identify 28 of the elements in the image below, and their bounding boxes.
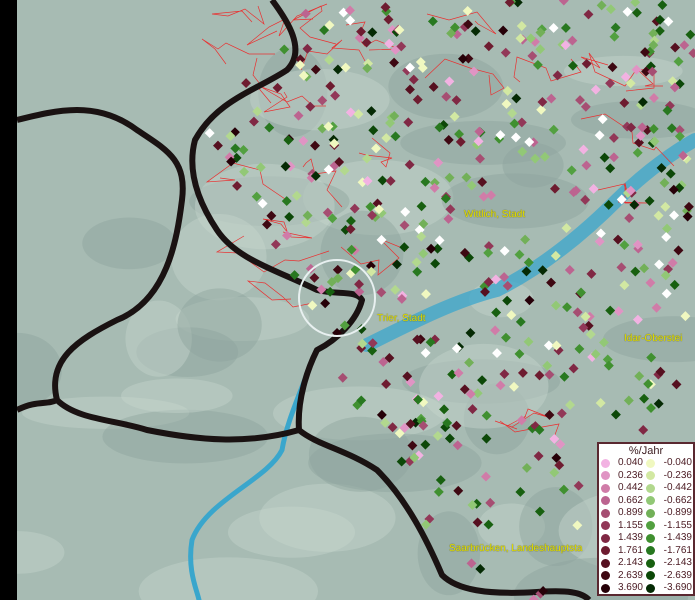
place-label: Trier, Stadt bbox=[377, 313, 426, 324]
legend-title: %/Jahr bbox=[628, 445, 664, 457]
legend-value: -1.761 bbox=[662, 544, 692, 557]
legend-value: 0.442 bbox=[616, 482, 643, 494]
legend-value: 0.899 bbox=[616, 507, 643, 520]
legend-value: 2.639 bbox=[616, 570, 643, 582]
legend-value: -3.690 bbox=[662, 582, 692, 594]
place-label: Idar-Oberstei bbox=[624, 333, 682, 344]
legend-value: -0.236 bbox=[662, 470, 692, 482]
legend-value: -1.439 bbox=[662, 532, 692, 544]
place-label: Wittlich, Stadt bbox=[464, 209, 526, 220]
legend-value: -0.662 bbox=[662, 494, 692, 507]
legend-value: 0.040 bbox=[616, 457, 643, 470]
legend-value: -0.442 bbox=[662, 482, 692, 494]
selection-circle[interactable] bbox=[298, 259, 376, 337]
legend-value: 1.439 bbox=[616, 532, 643, 544]
legend-value: 0.236 bbox=[616, 470, 643, 482]
legend-value: -2.639 bbox=[662, 570, 692, 582]
legend-value: 0.662 bbox=[616, 494, 643, 507]
legend-value: 1.155 bbox=[616, 520, 643, 532]
legend-value: -0.899 bbox=[662, 507, 692, 520]
legend-value: 3.690 bbox=[616, 582, 643, 594]
place-label: Saarbrücken, Landeshauptsta bbox=[449, 543, 582, 554]
legend-value: -0.040 bbox=[662, 457, 692, 470]
legend-value: -2.143 bbox=[662, 557, 692, 570]
legend-value: 1.761 bbox=[616, 544, 643, 557]
legend-value: -1.155 bbox=[662, 520, 692, 532]
legend-value: 2.143 bbox=[616, 557, 643, 570]
